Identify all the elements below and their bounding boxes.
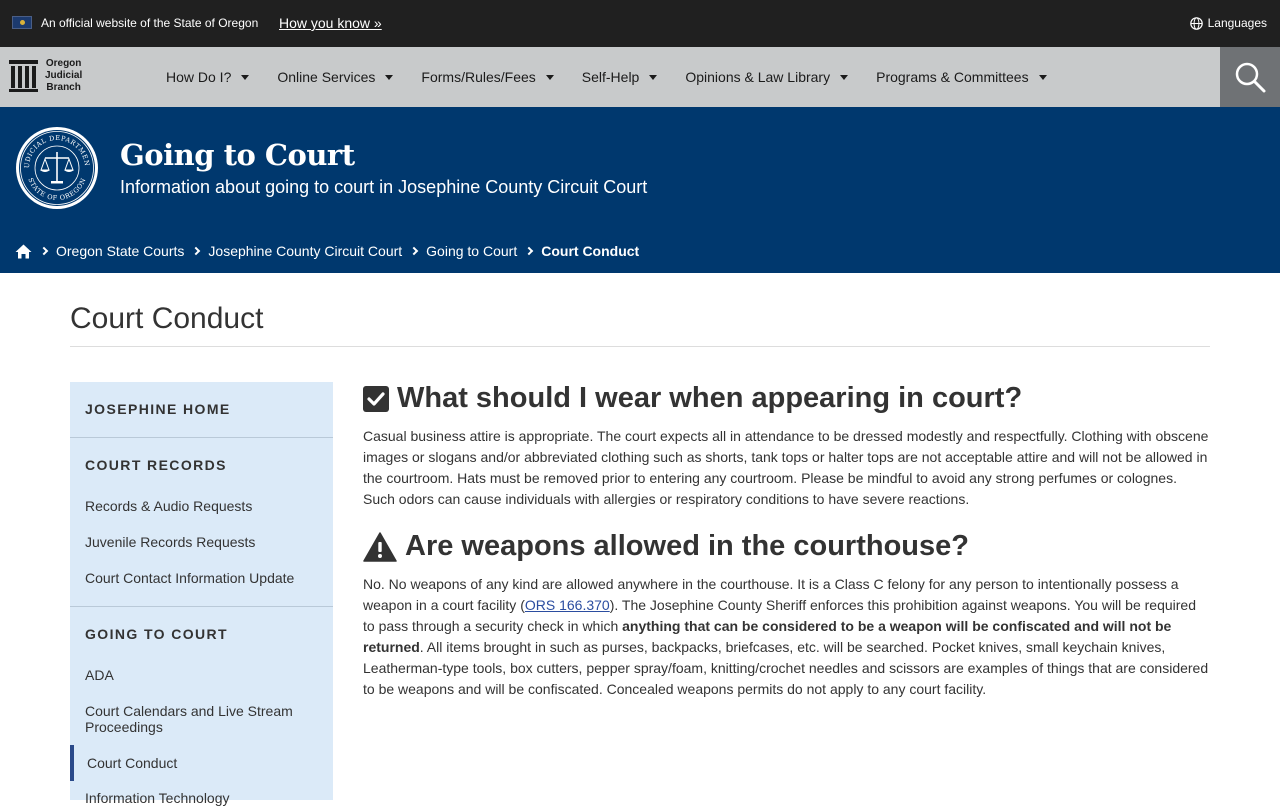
search-icon xyxy=(1235,62,1266,93)
nav-item-self-help[interactable]: Self-Help xyxy=(568,47,672,107)
sidebar-item-juvenile-records-requests[interactable]: Juvenile Records Requests xyxy=(85,534,315,550)
question-text: What should I wear when appearing in cou… xyxy=(397,382,1023,414)
hero-title: Going to Court xyxy=(120,138,355,172)
faq-answer-weapons: No. No weapons of any kind are allowed a… xyxy=(363,574,1210,700)
official-banner: An official website of the State of Oreg… xyxy=(0,0,1280,47)
title-divider xyxy=(70,346,1210,347)
sidebar-heading-going-to-court[interactable]: GOING TO COURT xyxy=(85,626,228,642)
faq-answer-attire: Casual business attire is appropriate. T… xyxy=(363,428,1209,507)
faq-question-attire: What should I wear when appearing in cou… xyxy=(363,382,1022,415)
judicial-department-seal-icon: JUDICIAL DEPARTMENT STATE OF OREGON xyxy=(15,126,98,209)
breadcrumb-current: Court Conduct xyxy=(541,243,640,259)
sidebar-item-court-contact-info-update[interactable]: Court Contact Information Update xyxy=(85,570,315,586)
chevron-right-icon xyxy=(39,246,49,256)
nav-item-label: Online Services xyxy=(277,69,376,85)
nav-item-how-do-i[interactable]: How Do I? xyxy=(152,47,263,107)
chevron-right-icon xyxy=(409,246,419,256)
caret-down-icon xyxy=(385,74,394,80)
nav-item-label: Programs & Committees xyxy=(876,69,1029,85)
caret-down-icon xyxy=(241,74,250,80)
nav-item-opinions-law-library[interactable]: Opinions & Law Library xyxy=(671,47,862,107)
nav-item-label: Self-Help xyxy=(581,69,640,85)
breadcrumb-link[interactable]: Going to Court xyxy=(426,243,517,259)
answer-text: . All items brought in such as purses, b… xyxy=(363,639,1209,697)
caret-down-icon xyxy=(1038,74,1047,80)
logo-text: Oregon Judicial Branch xyxy=(45,58,82,94)
question-text: Are weapons allowed in the courthouse? xyxy=(405,530,969,562)
caret-down-icon xyxy=(545,74,554,80)
sidebar-item-information-technology[interactable]: Information Technology xyxy=(85,790,315,806)
breadcrumb-link[interactable]: Josephine County Circuit Court xyxy=(208,243,402,259)
check-square-icon xyxy=(363,385,389,412)
breadcrumb-home-link[interactable] xyxy=(15,244,32,259)
sidebar-item-court-conduct[interactable]: Court Conduct xyxy=(87,755,317,771)
nav-item-label: How Do I? xyxy=(166,69,232,85)
sidebar-divider xyxy=(70,437,333,438)
home-icon xyxy=(15,244,32,258)
nav-item-online-services[interactable]: Online Services xyxy=(263,47,407,107)
search-button[interactable] xyxy=(1220,47,1280,107)
breadcrumb: Oregon State Courts Josephine County Cir… xyxy=(15,243,639,259)
official-website-text: An official website of the State of Oreg… xyxy=(41,16,259,30)
caret-down-icon xyxy=(649,74,658,80)
sidebar-item-court-calendars[interactable]: Court Calendars and Live Stream Proceedi… xyxy=(85,703,315,735)
nav-item-forms-rules-fees[interactable]: Forms/Rules/Fees xyxy=(407,47,567,107)
sidebar-item-josephine-home[interactable]: JOSEPHINE HOME xyxy=(85,401,231,417)
hero-subtitle: Information about going to court in Jose… xyxy=(120,177,648,197)
main-navigation: Oregon Judicial Branch How Do I? Online … xyxy=(0,47,1280,107)
page-title: Court Conduct xyxy=(70,302,264,335)
nav-item-programs-committees[interactable]: Programs & Committees xyxy=(862,47,1060,107)
logo-line: Oregon xyxy=(45,58,82,69)
courthouse-icon xyxy=(9,60,38,92)
sidebar-heading-court-records[interactable]: COURT RECORDS xyxy=(85,457,227,473)
globe-icon xyxy=(1189,16,1203,30)
oregon-judicial-branch-logo[interactable]: Oregon Judicial Branch xyxy=(8,58,82,94)
languages-label: Languages xyxy=(1207,16,1267,30)
nav-item-label: Forms/Rules/Fees xyxy=(421,69,536,85)
logo-line: Judicial xyxy=(45,70,83,81)
oregon-flag-icon xyxy=(12,16,32,29)
faq-question-weapons: Are weapons allowed in the courthouse? xyxy=(363,530,969,563)
nav-item-label: Opinions & Law Library xyxy=(685,69,831,85)
ors-166-370-link[interactable]: ORS 166.370 xyxy=(525,597,610,613)
active-indicator xyxy=(70,745,74,781)
sidebar-nav: JOSEPHINE HOME COURT RECORDS Records & A… xyxy=(70,382,333,806)
sidebar-item-records-audio-requests[interactable]: Records & Audio Requests xyxy=(85,498,315,514)
breadcrumb-link[interactable]: Oregon State Courts xyxy=(56,243,184,259)
sidebar-divider xyxy=(70,606,333,607)
nav-menu: How Do I? Online Services Forms/Rules/Fe… xyxy=(152,47,1061,107)
caret-down-icon xyxy=(840,74,849,80)
sidebar-item-ada[interactable]: ADA xyxy=(85,667,315,683)
how-you-know-link[interactable]: How you know » xyxy=(279,15,382,31)
chevron-right-icon xyxy=(524,246,534,256)
page-hero: JUDICIAL DEPARTMENT STATE OF OREGON Goin… xyxy=(0,107,1280,273)
languages-button[interactable]: Languages xyxy=(1189,16,1267,30)
warning-icon xyxy=(363,531,397,562)
logo-line: Branch xyxy=(46,82,81,93)
chevron-right-icon xyxy=(192,246,201,256)
